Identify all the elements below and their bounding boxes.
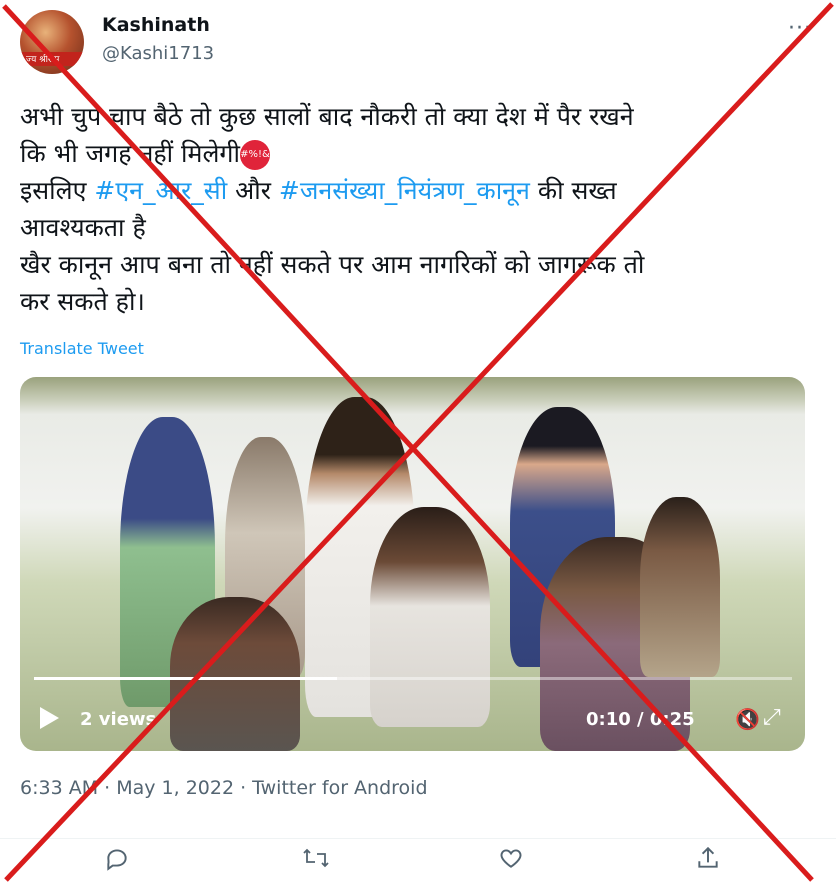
tweet-line-text: और — [227, 176, 279, 205]
play-icon[interactable] — [40, 707, 59, 729]
video-person — [170, 597, 300, 751]
video-time: 0:10 / 0:25 — [586, 709, 695, 730]
fullscreen-icon[interactable]: ⤢ — [763, 705, 781, 730]
author-name[interactable]: Kashinath — [102, 14, 210, 36]
video-person — [640, 497, 720, 677]
tweet-text: अभी चुप चाप बैठे तो कुछ सालों बाद नौकरी … — [20, 98, 810, 320]
author-handle[interactable]: @Kashi1713 — [102, 43, 214, 64]
video-progress-fill — [34, 677, 338, 680]
translate-tweet-link[interactable]: Translate Tweet — [20, 339, 144, 358]
tweet-line-text: कि भी जगह नहीं मिलेगी — [20, 139, 240, 168]
tweet-line: अभी चुप चाप बैठे तो कुछ सालों बाद नौकरी … — [20, 102, 634, 131]
reply-icon[interactable] — [104, 845, 130, 878]
tweet-line: खैर कानून आप बना तो नहीं सकते पर आम नागर… — [20, 250, 645, 279]
retweet-icon[interactable] — [302, 845, 330, 878]
video-player[interactable]: 2 views 0:10 / 0:25 🔇 ⤢ — [20, 377, 805, 751]
video-person — [370, 507, 490, 727]
more-horizontal-icon[interactable]: ··· — [788, 16, 812, 41]
tweet-line-text: इसलिए — [20, 176, 95, 205]
avatar[interactable]: ज्य श्रीराम — [20, 10, 84, 74]
tweet-line-text: की सख्त — [529, 176, 617, 205]
tweet-line: कि भी जगह नहीं मिलेगी#%!& — [20, 135, 810, 172]
action-bar — [0, 838, 836, 879]
video-seek-bar[interactable] — [34, 677, 792, 680]
like-icon[interactable] — [498, 845, 524, 878]
hashtag-nrc[interactable]: #एन_आर_सी — [94, 176, 227, 205]
tweet-meta: 6:33 AM · May 1, 2022 · Twitter for Andr… — [20, 777, 428, 799]
volume-muted-icon[interactable]: 🔇 — [735, 707, 760, 731]
video-views: 2 views — [80, 709, 157, 730]
tweet-line: इसलिए #एन_आर_सी और #जनसंख्या_नियंत्रण_का… — [20, 172, 810, 209]
hashtag-population-control-law[interactable]: #जनसंख्या_नियंत्रण_कानून — [279, 176, 530, 205]
tweet-line: कर सकते हो। — [20, 287, 145, 316]
angry-face-icon: #%!& — [239, 140, 270, 170]
share-icon[interactable] — [695, 845, 721, 878]
tweet-line: आवश्यकता है — [20, 213, 146, 242]
avatar-text: ज्य श्रीराम — [26, 55, 60, 65]
